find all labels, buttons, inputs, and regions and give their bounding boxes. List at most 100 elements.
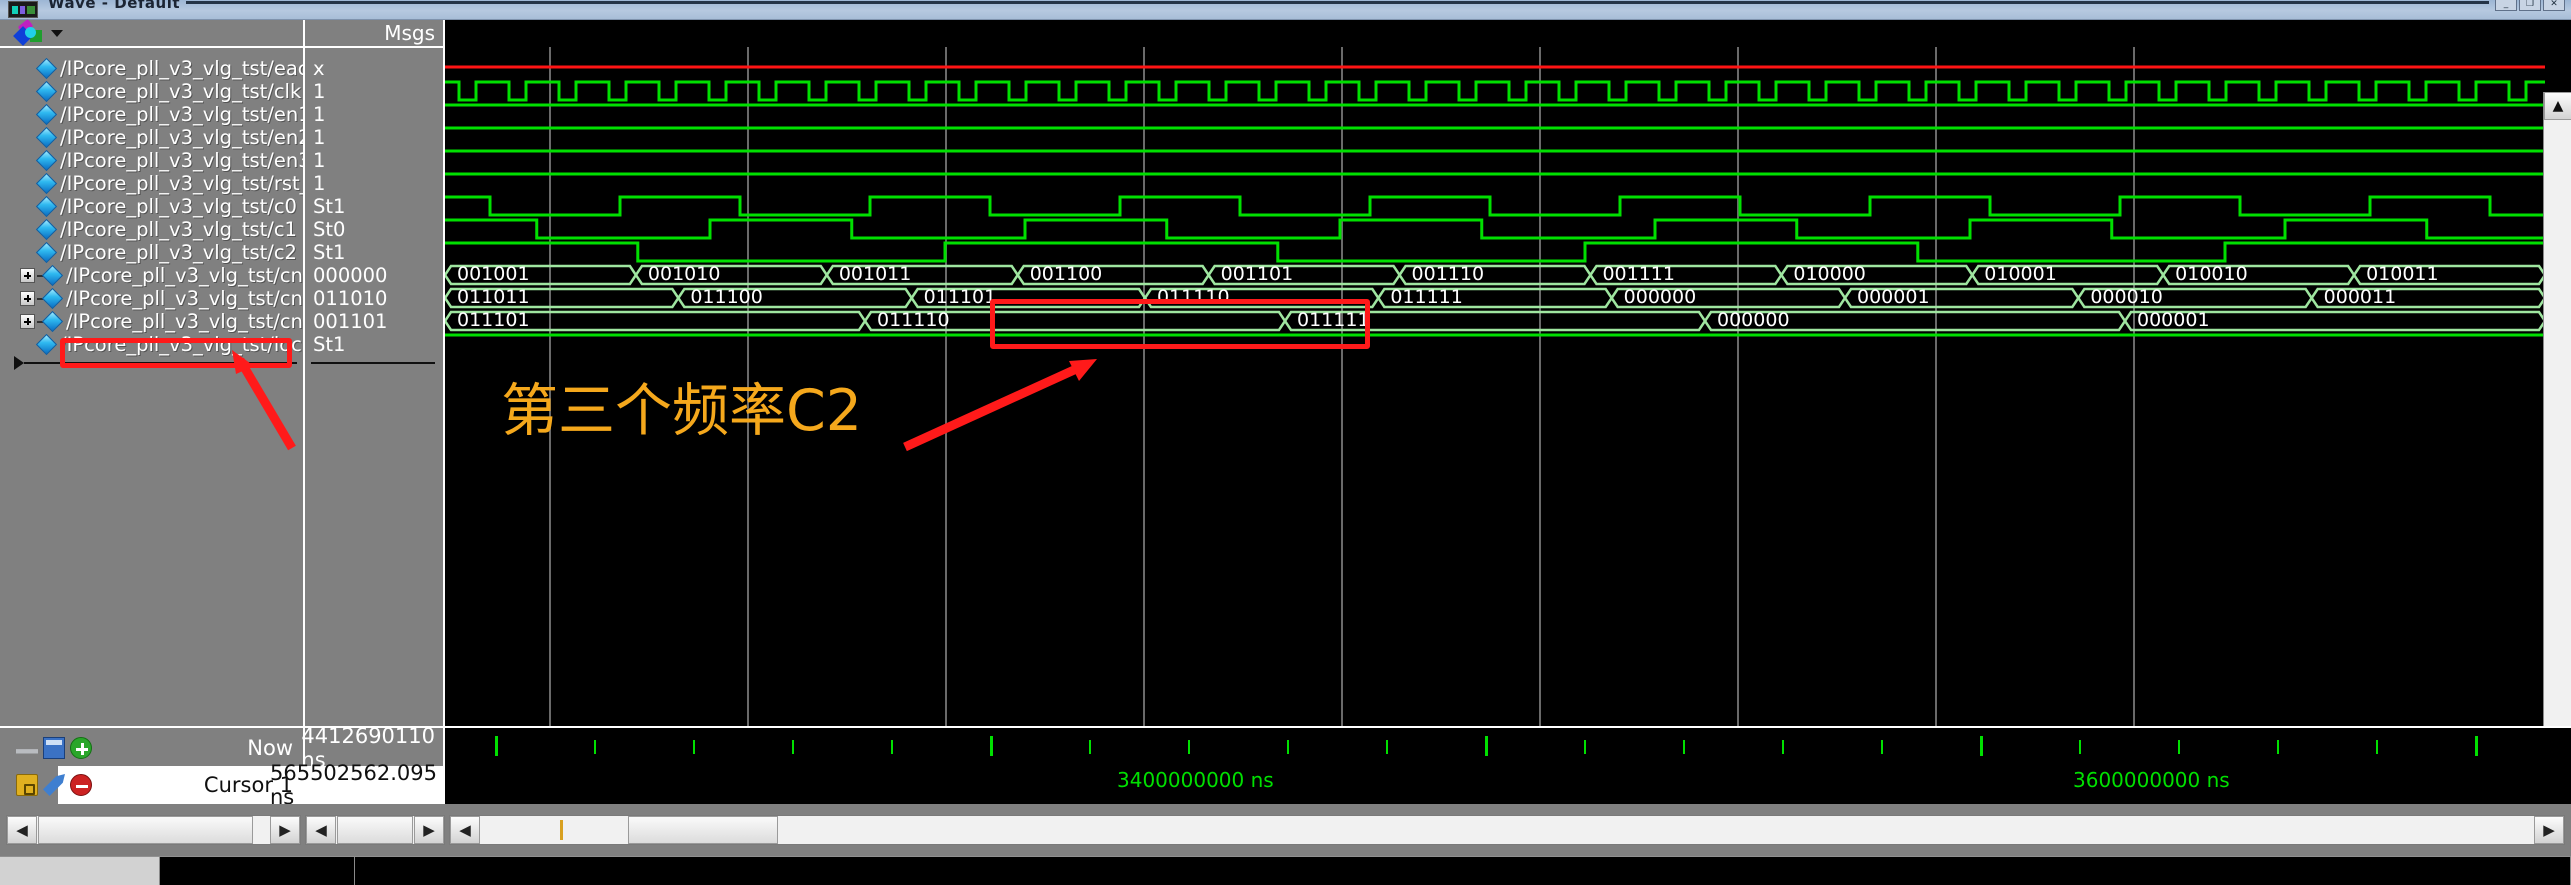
bottom-cell-2 <box>160 857 355 885</box>
names-scroll-left-button[interactable]: ◀ <box>7 816 37 844</box>
timeline-ruler[interactable]: 3400000000 ns 3600000000 ns <box>445 726 2571 804</box>
horizontal-scrollbar-row: ◀ ▶ ◀ ▶ ◀ ▶ <box>0 804 2571 856</box>
name-column-header <box>0 18 305 46</box>
bus-value-cnt1-8: 010001 <box>1984 263 2057 285</box>
bus-value-cnt1-3: 001100 <box>1029 263 1103 285</box>
close-button[interactable]: ✕ <box>2543 0 2565 11</box>
timeline-major-tick <box>1980 736 1983 756</box>
delete-cursor-icon[interactable] <box>70 774 92 796</box>
wave-scroll-right-button[interactable]: ▶ <box>2534 816 2564 844</box>
add-cursor-icon[interactable] <box>70 737 92 759</box>
bus-value-cnt2-3: 011110 <box>1157 286 1230 308</box>
title-rule <box>186 1 2489 4</box>
wave-scroll-left-button[interactable]: ◀ <box>450 816 480 844</box>
names-hscrollbar[interactable]: ◀ ▶ <box>6 815 301 845</box>
bus-value-cnt3-0: 011101 <box>457 309 530 331</box>
names-scroll-thumb[interactable] <box>38 816 253 844</box>
timeline-major-tick <box>2475 736 2478 756</box>
wave-vertical-scrollbar[interactable]: ▲ ▼ <box>2543 92 2571 772</box>
bus-value-cnt2-1: 011100 <box>690 286 763 308</box>
status-value-pane: 4412690110 ns 565502562.095 ns <box>270 724 445 809</box>
timeline-minor-tick <box>1386 740 1388 754</box>
timeline-major-tick <box>990 736 993 756</box>
red-arrow-to-signal-list <box>232 350 296 451</box>
window-icon[interactable] <box>43 737 65 759</box>
signal-value-row-clk: 1 <box>305 80 443 103</box>
timeline-minor-tick <box>1287 740 1289 754</box>
bus-value-cnt1-7: 010000 <box>1793 263 1866 285</box>
annotation-label: 第三个频率C2 <box>501 378 863 444</box>
scroll-up-button[interactable]: ▲ <box>2544 92 2571 120</box>
wave-scroll-track[interactable] <box>480 816 2534 844</box>
signal-value-label: x <box>313 57 325 80</box>
edit-cursor-icon[interactable] <box>43 774 65 796</box>
signal-value-label: 1 <box>313 126 326 149</box>
window-title: Wave - Default <box>48 0 181 12</box>
measure-icon[interactable] <box>16 749 38 754</box>
timeline-minor-tick <box>693 740 695 754</box>
names-scroll-right-button[interactable]: ▶ <box>270 816 300 844</box>
values-scroll-thumb[interactable] <box>337 816 413 844</box>
signal-value-label: St1 <box>313 195 346 218</box>
column-header-row: Msgs <box>0 18 2571 46</box>
timeline-minor-tick <box>2376 740 2378 754</box>
timeline-minor-tick <box>2178 740 2180 754</box>
window-controls: _ ❐ ✕ <box>2495 0 2565 11</box>
signal-value-pane[interactable]: x 1 1 1 1 1 St1 St0 St1 000000 011010 001101 St1 <box>305 46 445 726</box>
bus-value-cnt1-4: 001101 <box>1220 263 1294 285</box>
signal-value-row-en2: 1 <box>305 126 443 149</box>
wave-c0 <box>445 195 2545 217</box>
wave-hscrollbar[interactable]: ◀ ▶ <box>449 815 2565 845</box>
wave-c1 <box>445 218 2545 240</box>
bottom-cell-1 <box>0 857 160 885</box>
modelsim-wave-window: Wave - Default _ ❐ ✕ Msgs /IPcore_pll_v3… <box>0 0 2571 885</box>
signal-value-row-cnt1: 000000 <box>305 264 443 287</box>
signal-value-label: 1 <box>313 149 326 172</box>
cursor-row[interactable]: Cursor 1 <box>0 766 303 804</box>
wave-clk <box>445 80 2545 102</box>
msgs-column-header[interactable]: Msgs <box>305 20 445 46</box>
minimize-button[interactable]: _ <box>2495 0 2517 11</box>
bottom-cell-3 <box>355 857 2571 885</box>
wave-scroll-thumb[interactable] <box>628 816 778 844</box>
timeline-major-tick <box>495 736 498 756</box>
signal-value-row-rst_n: 1 <box>305 172 443 195</box>
now-row: Now <box>0 730 303 766</box>
signal-value-list: x 1 1 1 1 1 St1 St0 St1 000000 011010 001101 St1 <box>305 48 443 356</box>
wave-scroll-cursor-marker <box>560 820 563 840</box>
values-hscrollbar[interactable]: ◀ ▶ <box>305 815 445 845</box>
bus-value-cnt1-0: 001001 <box>457 263 530 285</box>
bus-value-cnt2-0: 011011 <box>457 286 530 308</box>
values-scroll-left-button[interactable]: ◀ <box>306 816 336 844</box>
signal-value-row-eachvec: x <box>305 57 443 80</box>
signal-value-row-c1: St0 <box>305 218 443 241</box>
bus-value-cnt3-1: 011110 <box>877 309 950 331</box>
maximize-button[interactable]: ❐ <box>2519 0 2541 11</box>
cursor-value[interactable]: 565502562.095 ns <box>270 761 443 809</box>
signal-value-label: 011010 <box>313 287 388 310</box>
wave-c2 <box>445 241 2545 263</box>
values-scroll-right-button[interactable]: ▶ <box>414 816 444 844</box>
bus-value-cnt1-2: 001011 <box>838 263 912 285</box>
timeline-minor-tick <box>594 740 596 754</box>
bus-value-cnt2-7: 000010 <box>2090 286 2163 308</box>
status-bar: Now Cursor 1 4412690110 ns 565502562.095… <box>0 724 2571 809</box>
lock-icon[interactable] <box>16 774 38 796</box>
signal-value-row-c0: St1 <box>305 195 443 218</box>
signal-value-row-c2: St1 <box>305 241 443 264</box>
object-filter-icon[interactable] <box>13 18 44 46</box>
timeline-major-tick <box>1485 736 1488 756</box>
bus-value-cnt1-6: 001111 <box>1602 263 1675 285</box>
signal-name-pane[interactable]: /IPcore_pll_v3_vlg_tst/eachvec/IPcore_pl… <box>0 46 305 726</box>
cursor-toolbar-row1 <box>16 737 92 759</box>
chevron-down-icon[interactable] <box>51 29 63 37</box>
signal-value-row-en1: 1 <box>305 103 443 126</box>
waveform-pane[interactable]: 001001 001010 001011 001100 001101 001110 0011… <box>445 46 2571 726</box>
signal-value-label: 1 <box>313 172 326 195</box>
signal-value-label: St1 <box>313 241 346 264</box>
signal-value-row-cnt3: 001101 <box>305 310 443 333</box>
bus-value-cnt1-1: 001010 <box>647 263 721 285</box>
wave-column-header <box>445 20 2571 46</box>
signal-value-label: 000000 <box>313 264 388 287</box>
timeline-minor-tick <box>1584 740 1586 754</box>
